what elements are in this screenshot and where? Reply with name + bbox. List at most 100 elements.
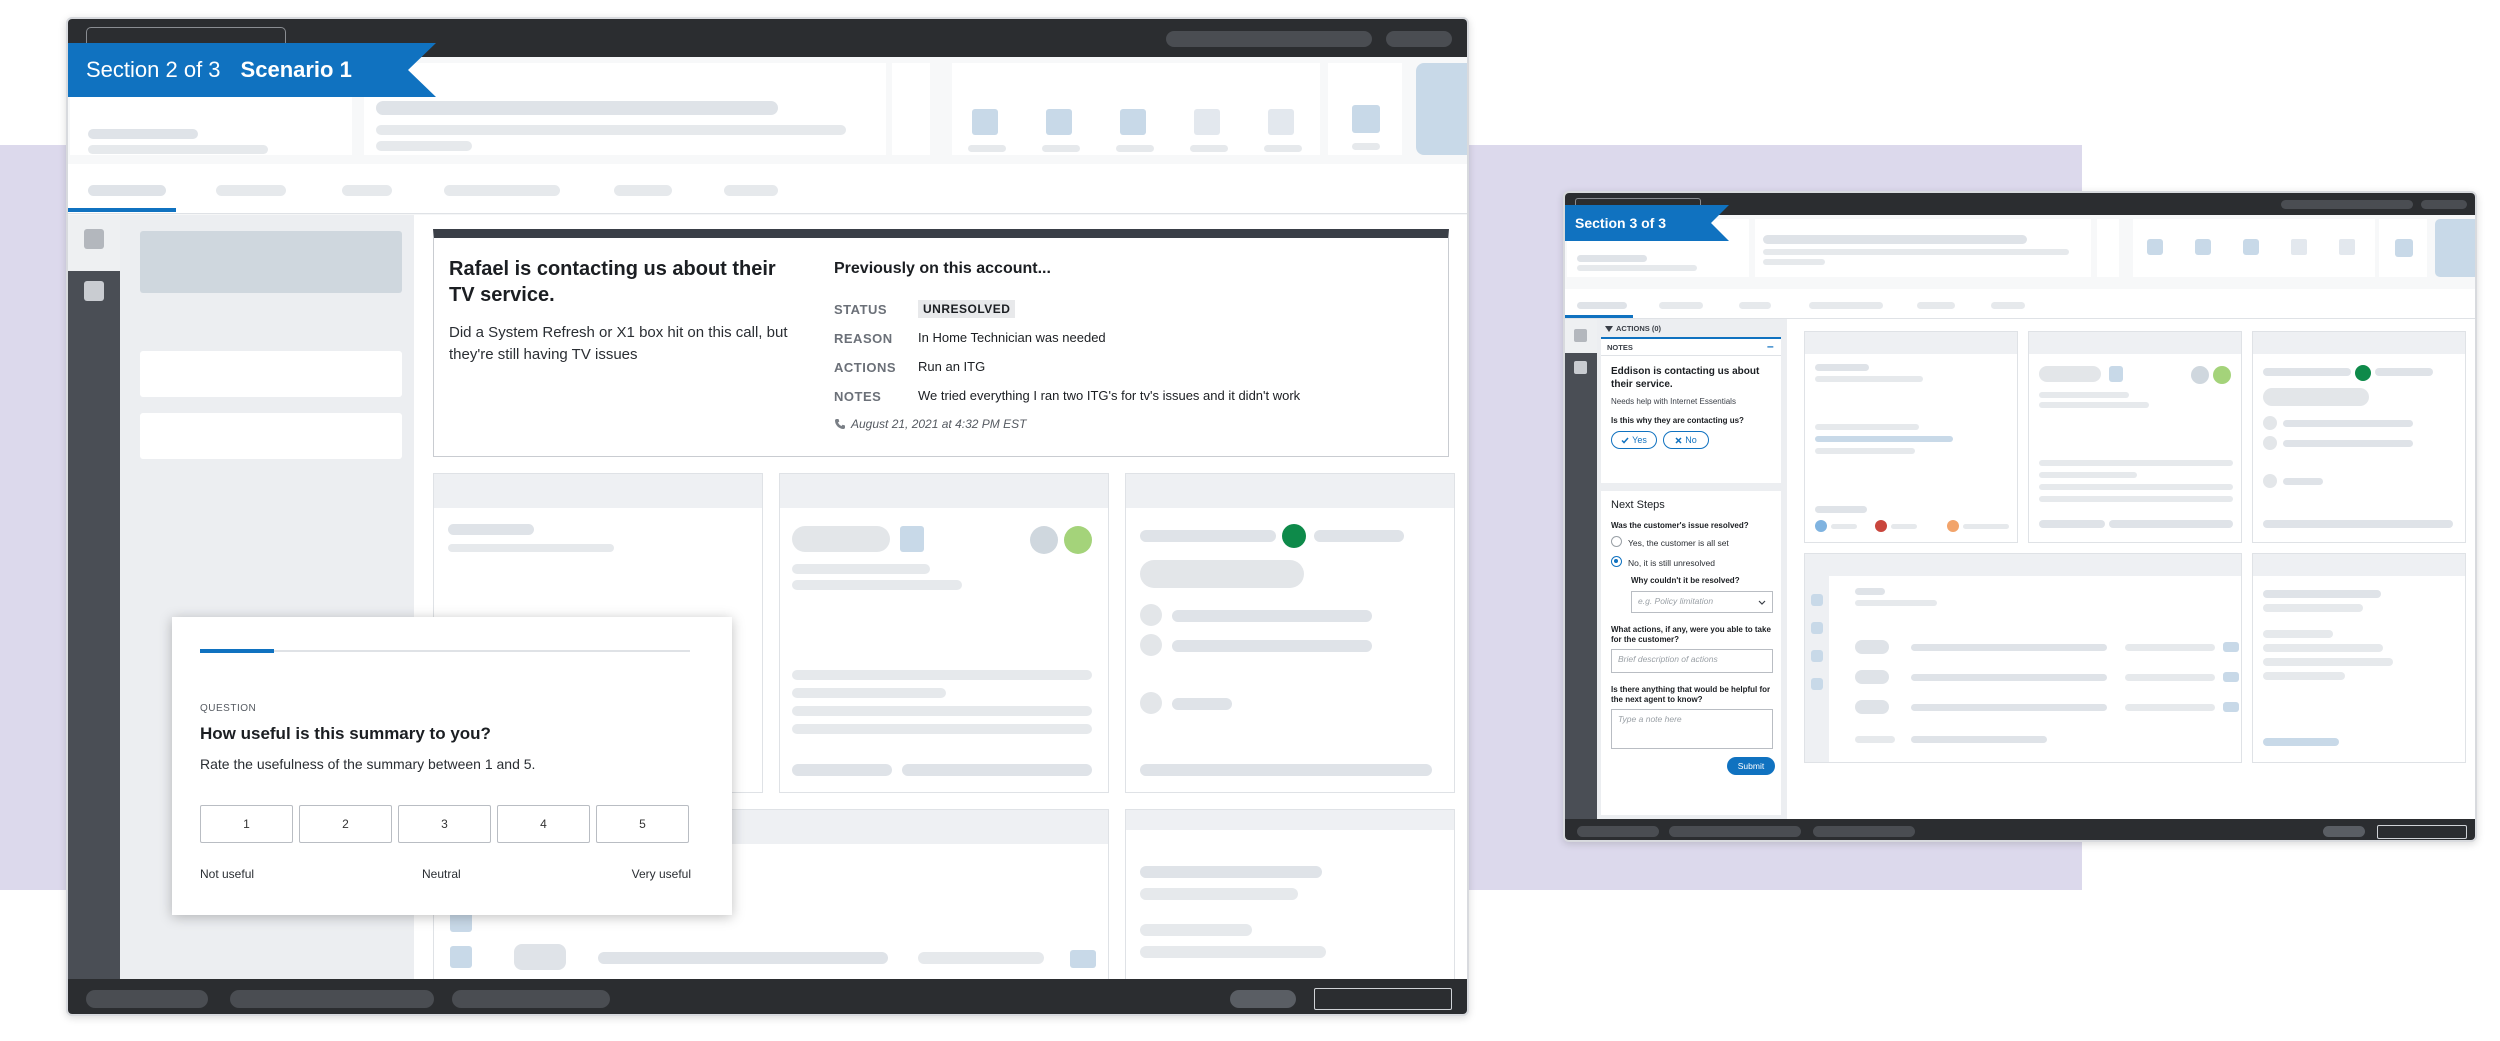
rail-icon[interactable] [1574, 329, 1587, 342]
tab-placeholder[interactable] [444, 185, 560, 196]
history-title: Previously on this account... [834, 260, 1051, 277]
notes-headline: Eddison is contacting us about their ser… [1611, 366, 1760, 390]
notes-card: NOTES – Eddison is contacting us about t… [1601, 337, 1781, 483]
actions-input[interactable]: Brief description of actions [1611, 649, 1773, 673]
resolved-question: Was the customer's issue resolved? [1611, 521, 1749, 530]
placeholder-card [1804, 331, 2018, 543]
placeholder-card [2028, 331, 2242, 543]
confirm-question: Is this why they are contacting us? [1611, 416, 1744, 425]
section-ribbon: Section 3 of 3 [1565, 205, 1729, 241]
yes-button[interactable]: Yes [1611, 431, 1657, 449]
section-label: Section 3 of 3 [1575, 215, 1667, 231]
rating-option-1[interactable]: 1 [200, 805, 293, 843]
section-label: Section 2 of 3 [86, 57, 221, 82]
tab-placeholder[interactable] [1659, 302, 1703, 309]
left-rail [68, 215, 120, 979]
scenario3-window: Section 3 of 3 ACTIONS (0) NOTES – Eddis… [1563, 191, 2477, 842]
status-badge: UNRESOLVED [918, 300, 1016, 318]
footer-outline-button[interactable] [2377, 825, 2467, 839]
resolved-radio[interactable] [1611, 536, 1622, 547]
rating-option-5[interactable]: 5 [596, 805, 689, 843]
tab-placeholder[interactable] [216, 185, 286, 196]
notes-header: NOTES [1607, 343, 1633, 352]
rating-option-2[interactable]: 2 [299, 805, 392, 843]
scale-high-label: Very useful [631, 867, 691, 881]
top-bar-placeholder [1386, 31, 1452, 47]
notes-subtext: Needs help with Internet Essentials [1611, 397, 1736, 406]
rating-option-3[interactable]: 3 [398, 805, 491, 843]
progress-track [200, 649, 690, 653]
tab-placeholder[interactable] [1809, 302, 1883, 309]
actions-value: Run an ITG [918, 359, 986, 374]
notes-key: NOTES [834, 389, 882, 404]
collapse-button[interactable]: – [1767, 339, 1774, 353]
tab-placeholder[interactable] [1917, 302, 1955, 309]
rail-icon[interactable] [84, 281, 104, 301]
notes-value: We tried everything I ran two ITG's for … [918, 388, 1301, 403]
submit-button[interactable]: Submit [1727, 757, 1775, 775]
tab-placeholder[interactable] [1739, 302, 1771, 309]
triangle-down-icon [1605, 326, 1613, 332]
phone-icon [835, 419, 845, 429]
footer-button[interactable] [1230, 990, 1296, 1008]
actions-header[interactable]: ACTIONS (0) [1616, 324, 1661, 333]
left-rail [1565, 319, 1597, 819]
tab-placeholder[interactable] [724, 185, 778, 196]
status-key: STATUS [834, 302, 888, 317]
bottom-bar [1565, 819, 2475, 840]
progress-fill [200, 649, 274, 653]
no-button[interactable]: No [1663, 431, 1709, 449]
active-tab-indicator [68, 208, 176, 212]
actions-key: ACTIONS [834, 360, 896, 375]
active-tab-indicator [1565, 315, 1633, 318]
nav-tabs [68, 164, 1467, 214]
summary-headline: Rafael is contacting us about their TV s… [449, 258, 776, 306]
bottom-bar [68, 979, 1467, 1014]
scale-mid-label: Neutral [422, 867, 461, 881]
placeholder-card [2252, 553, 2466, 763]
no-label: No [1685, 435, 1697, 445]
next-steps-title: Next Steps [1611, 499, 1665, 511]
tab-placeholder[interactable] [342, 185, 392, 196]
rating-option-4[interactable]: 4 [497, 805, 590, 843]
why-select[interactable]: e.g. Policy limitation [1631, 591, 1773, 613]
yes-label: Yes [1632, 435, 1647, 445]
why-placeholder: e.g. Policy limitation [1638, 596, 1714, 606]
x-icon [1675, 436, 1682, 444]
scenario-label: Scenario 1 [240, 57, 352, 82]
placeholder-card [779, 473, 1109, 793]
survey-modal: QUESTION How useful is this summary to y… [172, 617, 732, 915]
notes-panel: ACTIONS (0) NOTES – Eddison is contactin… [1597, 319, 1787, 819]
reason-value: In Home Technician was needed [918, 330, 1106, 345]
question-title: How useful is this summary to you? [200, 724, 491, 743]
rail-icon[interactable] [84, 229, 104, 249]
summary-detail: Did a System Refresh or X1 box hit on th… [449, 324, 788, 363]
nav-tabs [1565, 289, 2475, 319]
scenario1-window: Section 2 of 3 Scenario 1 Rafael is cont… [66, 17, 1469, 1016]
next-steps-card: Next Steps Was the customer's issue reso… [1601, 491, 1781, 815]
placeholder-card [1804, 553, 2242, 763]
question-instruction: Rate the usefulness of the summary betwe… [200, 756, 536, 772]
why-question: Why couldn't it be resolved? [1631, 576, 1740, 585]
chevron-down-icon [1758, 600, 1766, 605]
unresolved-option-label: No, it is still unresolved [1628, 558, 1715, 568]
actions-question: What actions, if any, were you able to t… [1611, 625, 1771, 644]
tab-placeholder[interactable] [1991, 302, 2025, 309]
check-icon [1621, 437, 1629, 444]
footer-outline-button[interactable] [1314, 988, 1452, 1010]
summary-card: Rafael is contacting us about their TV s… [433, 229, 1449, 457]
placeholder-card [1125, 809, 1455, 981]
footer-button[interactable] [2323, 826, 2365, 837]
note-textarea[interactable]: Type a note here [1611, 709, 1773, 749]
tab-placeholder[interactable] [88, 185, 166, 196]
rail-icon[interactable] [1574, 361, 1587, 374]
resolved-option-label: Yes, the customer is all set [1628, 538, 1729, 548]
top-bar-placeholder [1166, 31, 1372, 47]
reason-key: REASON [834, 331, 893, 346]
placeholder-card [2252, 331, 2466, 543]
call-timestamp: August 21, 2021 at 4:32 PM EST [851, 417, 1027, 431]
unresolved-radio[interactable] [1611, 556, 1622, 567]
tab-placeholder[interactable] [1577, 302, 1627, 309]
tab-placeholder[interactable] [614, 185, 672, 196]
scale-low-label: Not useful [200, 867, 255, 881]
